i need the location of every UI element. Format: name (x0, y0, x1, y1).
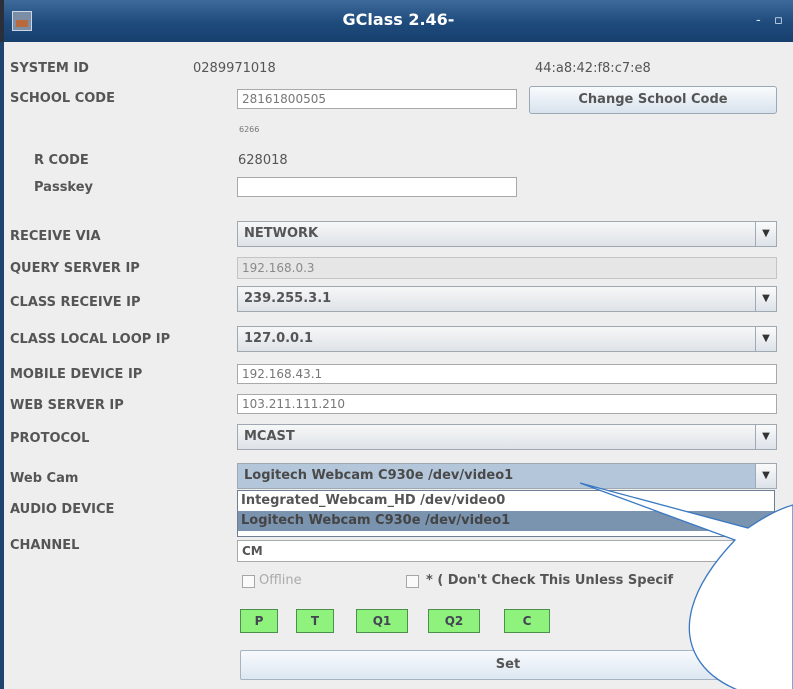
passkey-field[interactable] (237, 177, 517, 197)
web-server-ip-field[interactable]: 103.211.111.210 (237, 394, 777, 414)
school-code-field[interactable]: 28161800505 (237, 89, 517, 109)
offline-label: Offline (259, 573, 302, 588)
passkey-label: Passkey (34, 180, 94, 195)
query-server-ip-label: QUERY SERVER IP (10, 261, 140, 276)
web-cam-value: Logitech Webcam C930e /dev/video1 (244, 468, 514, 483)
class-local-loop-ip-select[interactable]: 127.0.0.1 ▼ (237, 326, 777, 352)
mac-address: 44:a8:42:f8:c7:e8 (535, 61, 651, 76)
minimize-icon[interactable]: - (756, 13, 761, 28)
mobile-device-ip-label: MOBILE DEVICE IP (10, 367, 143, 382)
dont-check-checkbox[interactable] (406, 575, 419, 588)
window-left-border (0, 42, 4, 689)
set-button[interactable]: Set (240, 650, 776, 680)
class-receive-ip-select[interactable]: 239.255.3.1 ▼ (237, 286, 777, 312)
chevron-down-icon[interactable]: ▼ (755, 287, 776, 311)
class-local-loop-ip-label: CLASS LOCAL LOOP IP (10, 332, 171, 347)
protocol-select[interactable]: MCAST ▼ (237, 424, 777, 450)
receive-via-select[interactable]: NETWORK ▼ (237, 221, 777, 247)
chevron-down-icon[interactable]: ▼ (755, 425, 776, 449)
web-cam-label: Web Cam (10, 471, 79, 486)
chevron-down-icon[interactable]: ▼ (755, 222, 776, 246)
channel-field[interactable]: CM (237, 540, 777, 562)
maximize-icon[interactable]: ▫ (774, 13, 783, 28)
school-code-hint: 6266 (239, 125, 260, 134)
audio-device-label: AUDIO DEVICE (10, 502, 115, 517)
offline-checkbox[interactable] (242, 575, 255, 588)
q2-button[interactable]: Q2 (428, 609, 480, 633)
c-button[interactable]: C (504, 609, 550, 633)
web-cam-select[interactable]: Logitech Webcam C930e /dev/video1 ▼ (237, 463, 777, 489)
r-code-value: 628018 (238, 153, 288, 168)
protocol-value: MCAST (244, 429, 295, 444)
query-server-ip-field: 192.168.0.3 (237, 257, 777, 279)
class-local-loop-ip-value: 127.0.0.1 (244, 331, 314, 346)
web-cam-option[interactable]: Integrated_Webcam_HD /dev/video0 (238, 491, 774, 511)
window-title: GClass 2.46- (342, 10, 455, 29)
system-id-label: SYSTEM ID (10, 61, 89, 76)
school-code-label: SCHOOL CODE (10, 91, 115, 106)
class-receive-ip-label: CLASS RECEIVE IP (10, 295, 141, 310)
web-cam-dropdown-list: Integrated_Webcam_HD /dev/video0 Logitec… (237, 490, 775, 537)
web-cam-option-selected[interactable]: Logitech Webcam C930e /dev/video1 (238, 511, 774, 531)
q1-button[interactable]: Q1 (356, 609, 408, 633)
title-bar[interactable]: GClass 2.46- - ▫ (4, 0, 793, 42)
r-code-label: R CODE (34, 153, 89, 168)
receive-via-value: NETWORK (244, 226, 319, 241)
mobile-device-ip-field[interactable]: 192.168.43.1 (237, 364, 777, 384)
p-button[interactable]: P (240, 609, 278, 633)
system-id-value: 0289971018 (193, 61, 276, 76)
gclass-window: GClass 2.46- - ▫ SYSTEM ID 0289971018 44… (4, 0, 793, 689)
t-button[interactable]: T (296, 609, 334, 633)
change-school-code-button[interactable]: Change School Code (529, 86, 777, 114)
protocol-label: PROTOCOL (10, 431, 90, 446)
channel-label: CHANNEL (10, 538, 80, 553)
dont-check-label: * ( Don't Check This Unless Specif (426, 573, 674, 588)
chevron-down-icon[interactable]: ▼ (755, 464, 776, 488)
class-receive-ip-value: 239.255.3.1 (244, 291, 332, 306)
web-server-ip-label: WEB SERVER IP (10, 398, 124, 413)
receive-via-label: RECEIVE VIA (10, 229, 101, 244)
chevron-down-icon[interactable]: ▼ (755, 327, 776, 351)
